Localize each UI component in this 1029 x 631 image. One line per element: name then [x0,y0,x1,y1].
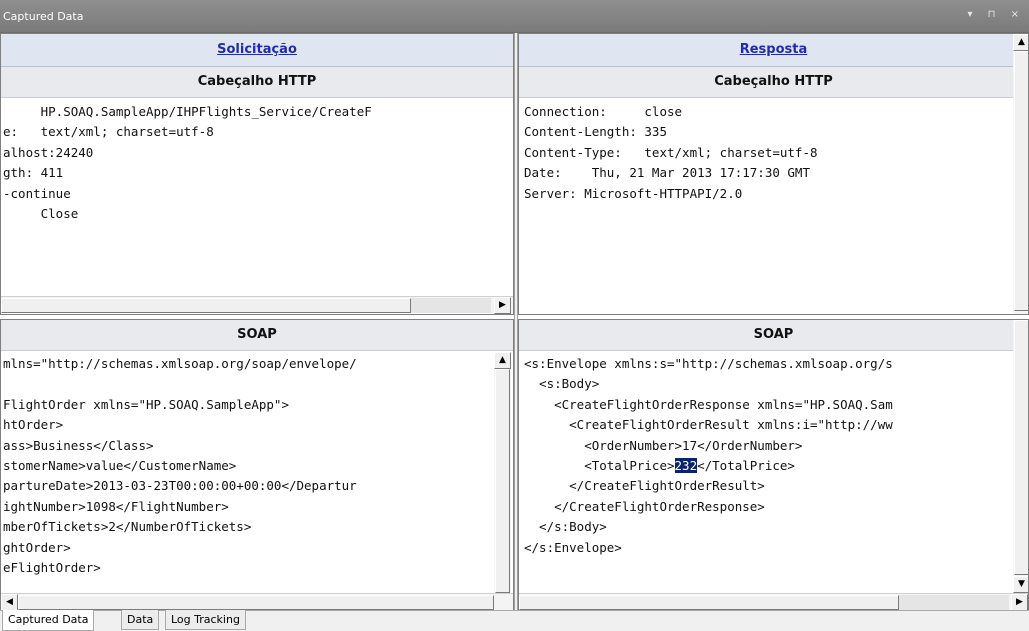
scroll-up-arrow-icon[interactable]: ▲ [1013,34,1028,51]
request-soap-line: ghtOrder> [3,539,71,555]
request-http-pane: Solicitação Cabeçalho HTTP HP.SOAQ.Sampl… [0,33,514,315]
request-soap-hscrollbar[interactable]: ◀ [1,593,513,610]
request-http-title: Cabeçalho HTTP [1,67,513,98]
request-http-hscroll-thumb[interactable] [1,298,411,313]
response-soap-hscrollbar[interactable]: ▶ [519,593,1028,610]
response-vscroll-thumb[interactable] [1014,51,1028,311]
request-header: Solicitação [1,34,513,67]
request-soap-line: stomerName>value</CustomerName> [3,457,237,473]
response-soap-line: <TotalPrice>232</TotalPrice> [524,457,795,473]
response-http-text: Connection: close Content-Length: 335 Cont… [524,102,1014,292]
tab-captured-data[interactable]: Captured Data [2,610,95,631]
request-soap-line: mberOfTickets>2</NumberOfTickets> [3,519,252,535]
response-soap-vscroll-thumb[interactable] [1014,320,1028,575]
window-controls[interactable]: ▾ ⊓ × [967,9,1025,20]
scroll-up-arrow-icon[interactable]: ▲ [494,352,511,369]
request-soap-title: SOAP [1,320,513,351]
selected-total-price[interactable]: 232 [674,457,698,473]
response-soap-line: <s:Envelope xmlns:s="http://schemas.xmls… [524,356,893,371]
total-price-close-tag: </TotalPrice> [697,457,795,473]
scroll-down-arrow-icon[interactable]: ▼ [1013,576,1028,593]
request-http-line: -continue [3,185,71,201]
request-soap-line: FlightOrder xmlns="HP.SOAQ.SampleApp"> [3,396,289,412]
captured-data-panel: Solicitação Cabeçalho HTTP HP.SOAQ.Sampl… [0,32,1029,611]
response-soap-line: <OrderNumber>17</OrderNumber> [524,437,803,453]
scroll-right-arrow-icon[interactable]: ▶ [494,297,511,314]
response-soap-line: </CreateFlightOrderResponse> [524,498,765,514]
request-soap-line: htOrder> [3,417,64,433]
request-http-line: alhost:24240 [3,144,94,160]
response-vscrollbar[interactable]: ▲ [1013,34,1028,314]
response-http-line: Date: Thu, 21 Mar 2013 17:17:30 GMT [524,165,810,181]
response-soap-line: <CreateFlightOrderResponse xmlns="HP.SOA… [524,396,893,412]
request-soap-vscroll-thumb[interactable] [495,369,510,593]
request-http-line: e: text/xml; charset=utf-8 [3,124,214,140]
response-soap-line: </CreateFlightOrderResult> [524,478,765,494]
response-http-line: Content-Length: 335 [524,124,667,140]
request-http-line: gth: 411 [3,165,64,181]
request-soap-line: ass>Business</Class> [3,437,154,453]
request-header-link[interactable]: Solicitação [217,42,297,57]
response-soap-text: <s:Envelope xmlns:s="http://schemas.xmls… [524,354,1013,594]
response-soap-vscrollbar[interactable]: ▼ [1013,320,1028,593]
response-soap-title: SOAP [519,320,1028,351]
response-soap-line: </s:Body> [524,519,607,535]
response-soap-pane: SOAP <s:Envelope xmlns:s="http://schemas… [518,319,1029,611]
response-soap-hscroll-thumb[interactable] [519,595,899,610]
request-http-line: Close [3,205,79,221]
response-http-title: Cabeçalho HTTP [519,67,1028,98]
request-http-hscrollbar[interactable]: ▶ [1,296,513,314]
request-soap-text: mlns="http://schemas.xmlsoap.org/soap/en… [3,354,493,594]
response-header-link[interactable]: Resposta [740,42,808,57]
window-title: Captured Data [3,9,84,23]
tab-log-tracking[interactable]: Log Tracking [165,610,246,630]
response-http-line: Content-Type: text/xml; charset=utf-8 [524,144,818,160]
request-soap-pane: SOAP mlns="http://schemas.xmlsoap.org/so… [0,319,514,611]
response-http-pane: Resposta Cabeçalho HTTP Connection: clos… [518,33,1029,315]
tab-data[interactable]: Data [121,610,160,630]
response-header: Resposta [519,34,1028,67]
request-soap-line: ightNumber>1098</FlightNumber> [3,498,229,514]
window-titlebar: Captured Data ▾ ⊓ × [0,0,1029,32]
request-soap-vscrollbar[interactable]: ▲ [494,352,511,593]
response-http-line: Server: Microsoft-HTTPAPI/2.0 [524,185,743,201]
response-soap-line: <CreateFlightOrderResult xmlns:i="http:/… [524,417,893,433]
scroll-left-arrow-icon[interactable]: ◀ [1,594,18,610]
request-soap-line [3,374,493,394]
request-soap-line: eFlightOrder> [3,559,101,575]
response-soap-line: <s:Body> [524,376,600,392]
bottom-tab-bar: Captured Data Data Log Tracking [0,610,1029,631]
response-soap-line: </s:Envelope> [524,539,622,555]
response-http-line: Connection: close [524,104,683,119]
request-http-line: HP.SOAQ.SampleApp/IHPFlights_Service/Cre… [3,104,372,119]
request-http-text: HP.SOAQ.SampleApp/IHPFlights_Service/Cre… [3,102,513,292]
request-soap-line: mlns="http://schemas.xmlsoap.org/soap/en… [3,356,357,371]
request-soap-hscroll-thumb[interactable] [18,595,494,610]
scroll-right-arrow-icon[interactable]: ▶ [1011,594,1028,610]
request-soap-line: partureDate>2013-03-23T00:00:00+00:00</D… [3,478,357,494]
